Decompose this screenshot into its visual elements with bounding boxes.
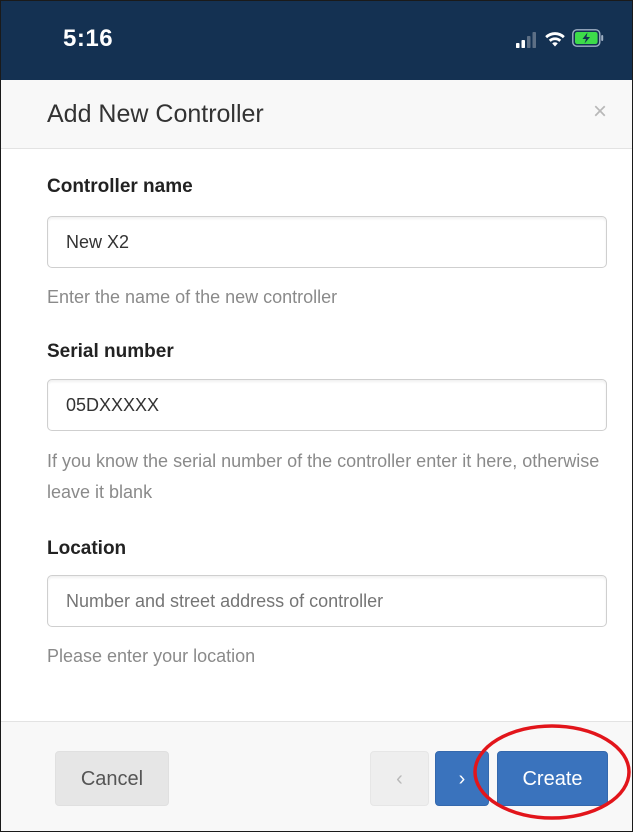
serial-number-label: Serial number	[47, 341, 174, 362]
wifi-icon	[545, 32, 565, 47]
modal-title: Add New Controller	[47, 100, 264, 128]
modal-header: Add New Controller ×	[1, 80, 632, 149]
location-label: Location	[47, 538, 127, 559]
modal-footer: Cancel ‹ › Create	[1, 721, 632, 831]
status-icons	[516, 28, 606, 52]
serial-number-help: If you know the serial number of the con…	[47, 451, 600, 502]
battery-charging-icon	[572, 29, 604, 47]
serial-number-input[interactable]	[47, 379, 607, 431]
location-help: Please enter your location	[47, 646, 256, 666]
next-button[interactable]: ›	[435, 751, 489, 806]
app-screen: 5:16 Add New Controller × Controller nam…	[0, 0, 633, 832]
cancel-button[interactable]: Cancel	[55, 751, 169, 806]
controller-name-label: Controller name	[47, 176, 193, 197]
create-button[interactable]: Create	[497, 751, 608, 806]
controller-name-help: Enter the name of the new controller	[47, 287, 338, 307]
close-icon[interactable]: ×	[588, 100, 612, 124]
status-bar: 5:16	[1, 1, 632, 80]
controller-name-input[interactable]	[47, 216, 607, 268]
location-input[interactable]	[47, 575, 607, 627]
previous-button[interactable]: ‹	[370, 751, 429, 806]
status-time: 5:16	[63, 25, 114, 52]
cellular-signal-icon	[516, 32, 536, 48]
